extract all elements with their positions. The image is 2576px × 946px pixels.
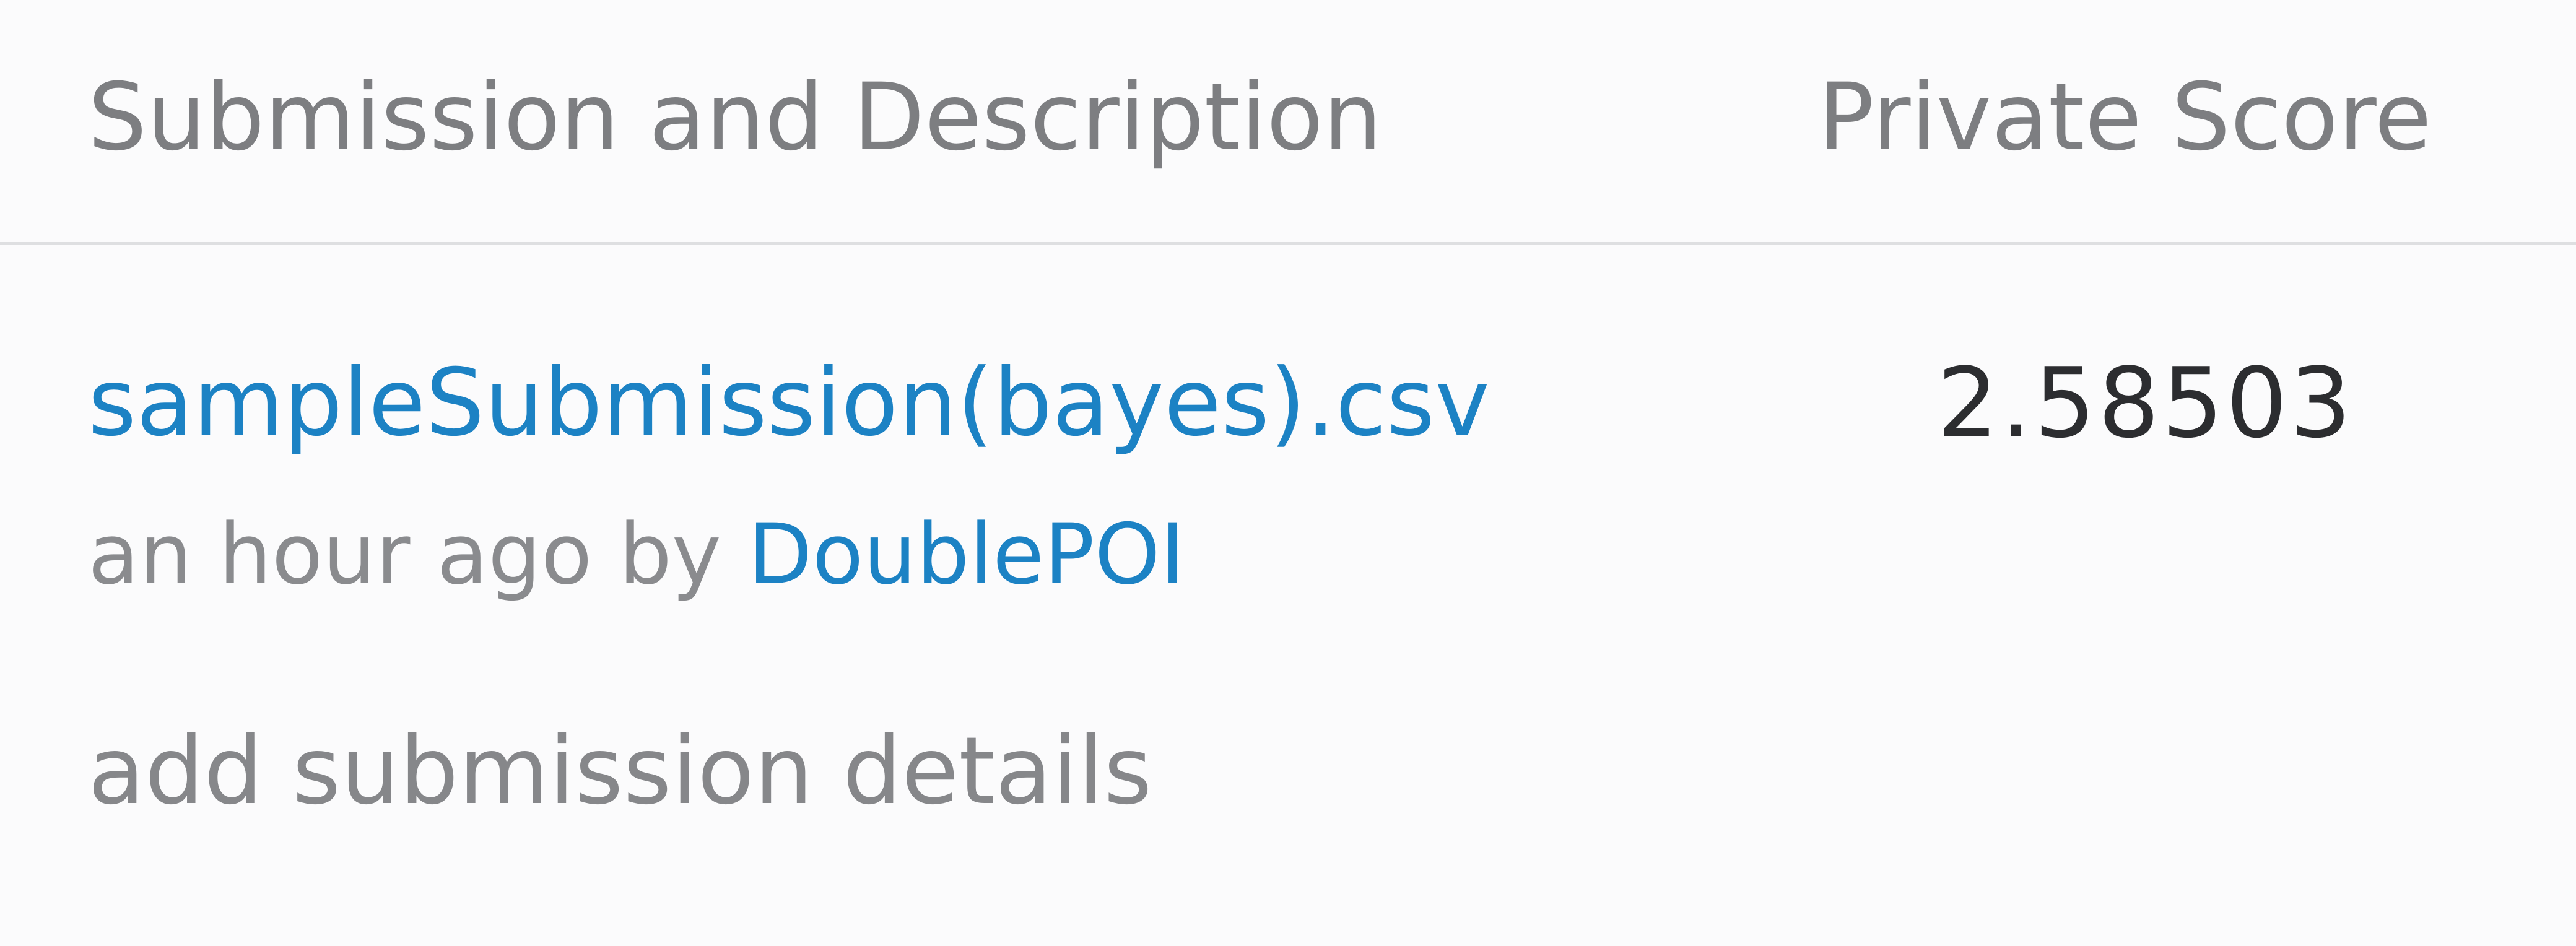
submission-meta: an hour ago by DoublePOI bbox=[88, 505, 1185, 604]
submissions-table: Submission and Description Private Score… bbox=[0, 0, 2576, 946]
table-row: sampleSubmission(bayes).csv an hour ago … bbox=[0, 245, 2576, 946]
private-score-value: 2.58503 bbox=[1937, 347, 2354, 459]
column-header-private-score[interactable]: Private Score bbox=[1818, 62, 2432, 173]
add-submission-details-link[interactable]: add submission details bbox=[88, 716, 1152, 827]
submission-file-link[interactable]: sampleSubmission(bayes).csv bbox=[88, 347, 1490, 459]
submission-time: an hour ago by bbox=[88, 506, 721, 603]
column-header-description[interactable]: Submission and Description bbox=[88, 62, 1382, 173]
table-header: Submission and Description Private Score bbox=[0, 0, 2576, 245]
submitter-user-link[interactable]: DoublePOI bbox=[748, 506, 1185, 603]
